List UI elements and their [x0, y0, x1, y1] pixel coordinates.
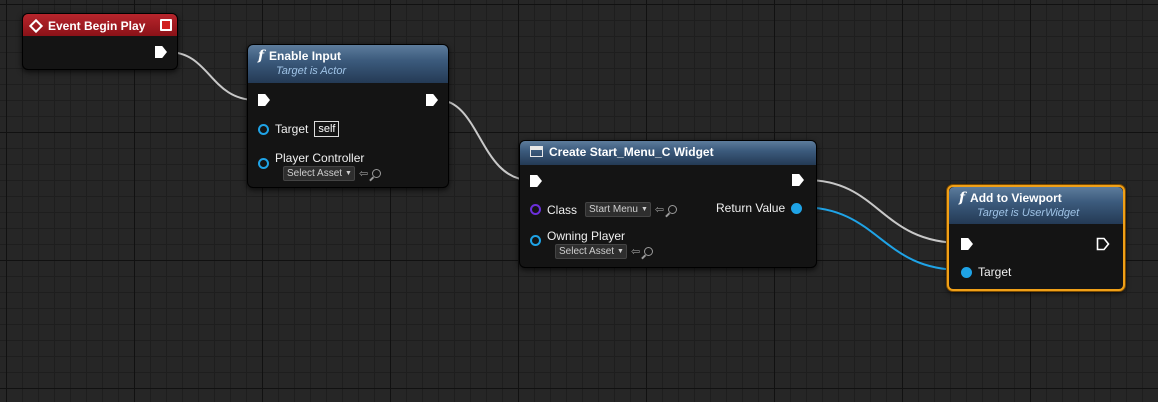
class-label: Class — [547, 202, 578, 217]
owning-player-label: Owning Player — [547, 229, 626, 243]
chevron-down-icon: ▼ — [617, 248, 624, 255]
exec-out-pin[interactable] — [155, 46, 167, 58]
exec-in-pin[interactable] — [258, 94, 270, 106]
create-widget-header[interactable]: Create Start_Menu_C Widget — [520, 141, 816, 165]
enable-input-title: Enable Input — [269, 49, 342, 63]
function-icon: f — [258, 48, 265, 64]
event-delegate-pin-icon[interactable] — [160, 19, 172, 31]
exec-in-pin[interactable] — [530, 175, 542, 187]
add-to-viewport-title: Add to Viewport — [970, 191, 1062, 205]
exec-out-pin[interactable] — [792, 174, 804, 186]
target-label: Target — [978, 265, 1012, 279]
target-self-value[interactable]: self — [314, 121, 340, 137]
create-widget-node[interactable]: Create Start_Menu_C Widget Class Start M… — [519, 140, 817, 268]
event-title: Event Begin Play — [48, 19, 146, 33]
chevron-down-icon: ▼ — [345, 170, 352, 177]
function-icon: f — [959, 190, 966, 206]
event-begin-play-node[interactable]: Event Begin Play — [22, 13, 178, 70]
return-value-label: Return Value — [716, 201, 786, 215]
owning-player-pin[interactable] — [530, 235, 541, 246]
enable-input-node[interactable]: f Enable Input Target is Actor Target sel… — [247, 44, 449, 188]
exec-in-pin[interactable] — [961, 238, 973, 250]
owning-player-asset-dropdown[interactable]: Select Asset ▼ — [555, 244, 627, 259]
enable-input-subtitle: Target is Actor — [276, 65, 347, 77]
arrow-left-icon[interactable]: ⇦ — [655, 203, 664, 216]
event-diamond-icon — [28, 18, 44, 34]
magnifier-icon[interactable] — [372, 169, 382, 178]
exec-wire-enable-to-create[interactable] — [437, 99, 531, 181]
add-to-viewport-node[interactable]: f Add to Viewport Target is UserWidget Ta… — [947, 185, 1125, 291]
add-to-viewport-subtitle: Target is UserWidget — [977, 207, 1080, 219]
add-to-viewport-header[interactable]: f Add to Viewport Target is UserWidget — [949, 187, 1123, 224]
exec-wire-create-to-viewport[interactable] — [805, 179, 963, 244]
exec-out-pin[interactable] — [426, 94, 438, 106]
class-pin[interactable] — [530, 204, 541, 215]
player-controller-asset-dropdown[interactable]: Select Asset ▼ — [283, 166, 355, 181]
target-pin[interactable] — [258, 123, 269, 135]
player-controller-pin[interactable] — [258, 158, 269, 169]
player-controller-label: Player Controller — [275, 151, 365, 165]
exec-out-pin-hollow[interactable] — [1096, 237, 1110, 251]
target-pin[interactable] — [961, 266, 972, 278]
class-dropdown[interactable]: Start Menu ▼ — [585, 202, 651, 217]
chevron-down-icon: ▼ — [640, 206, 648, 213]
create-widget-title: Create Start_Menu_C Widget — [549, 145, 714, 159]
arrow-left-icon[interactable]: ⇦ — [359, 167, 368, 180]
object-wire-return-to-target[interactable] — [799, 206, 963, 271]
enable-input-header[interactable]: f Enable Input Target is Actor — [248, 45, 448, 83]
return-value-pin[interactable] — [791, 202, 803, 214]
event-header[interactable]: Event Begin Play — [23, 14, 177, 36]
arrow-left-icon[interactable]: ⇦ — [631, 245, 640, 258]
magnifier-icon[interactable] — [644, 247, 654, 256]
exec-wire-begin-to-enable[interactable] — [167, 51, 257, 101]
widget-icon — [530, 146, 543, 157]
target-label: Target — [275, 122, 309, 136]
magnifier-icon[interactable] — [668, 205, 678, 214]
